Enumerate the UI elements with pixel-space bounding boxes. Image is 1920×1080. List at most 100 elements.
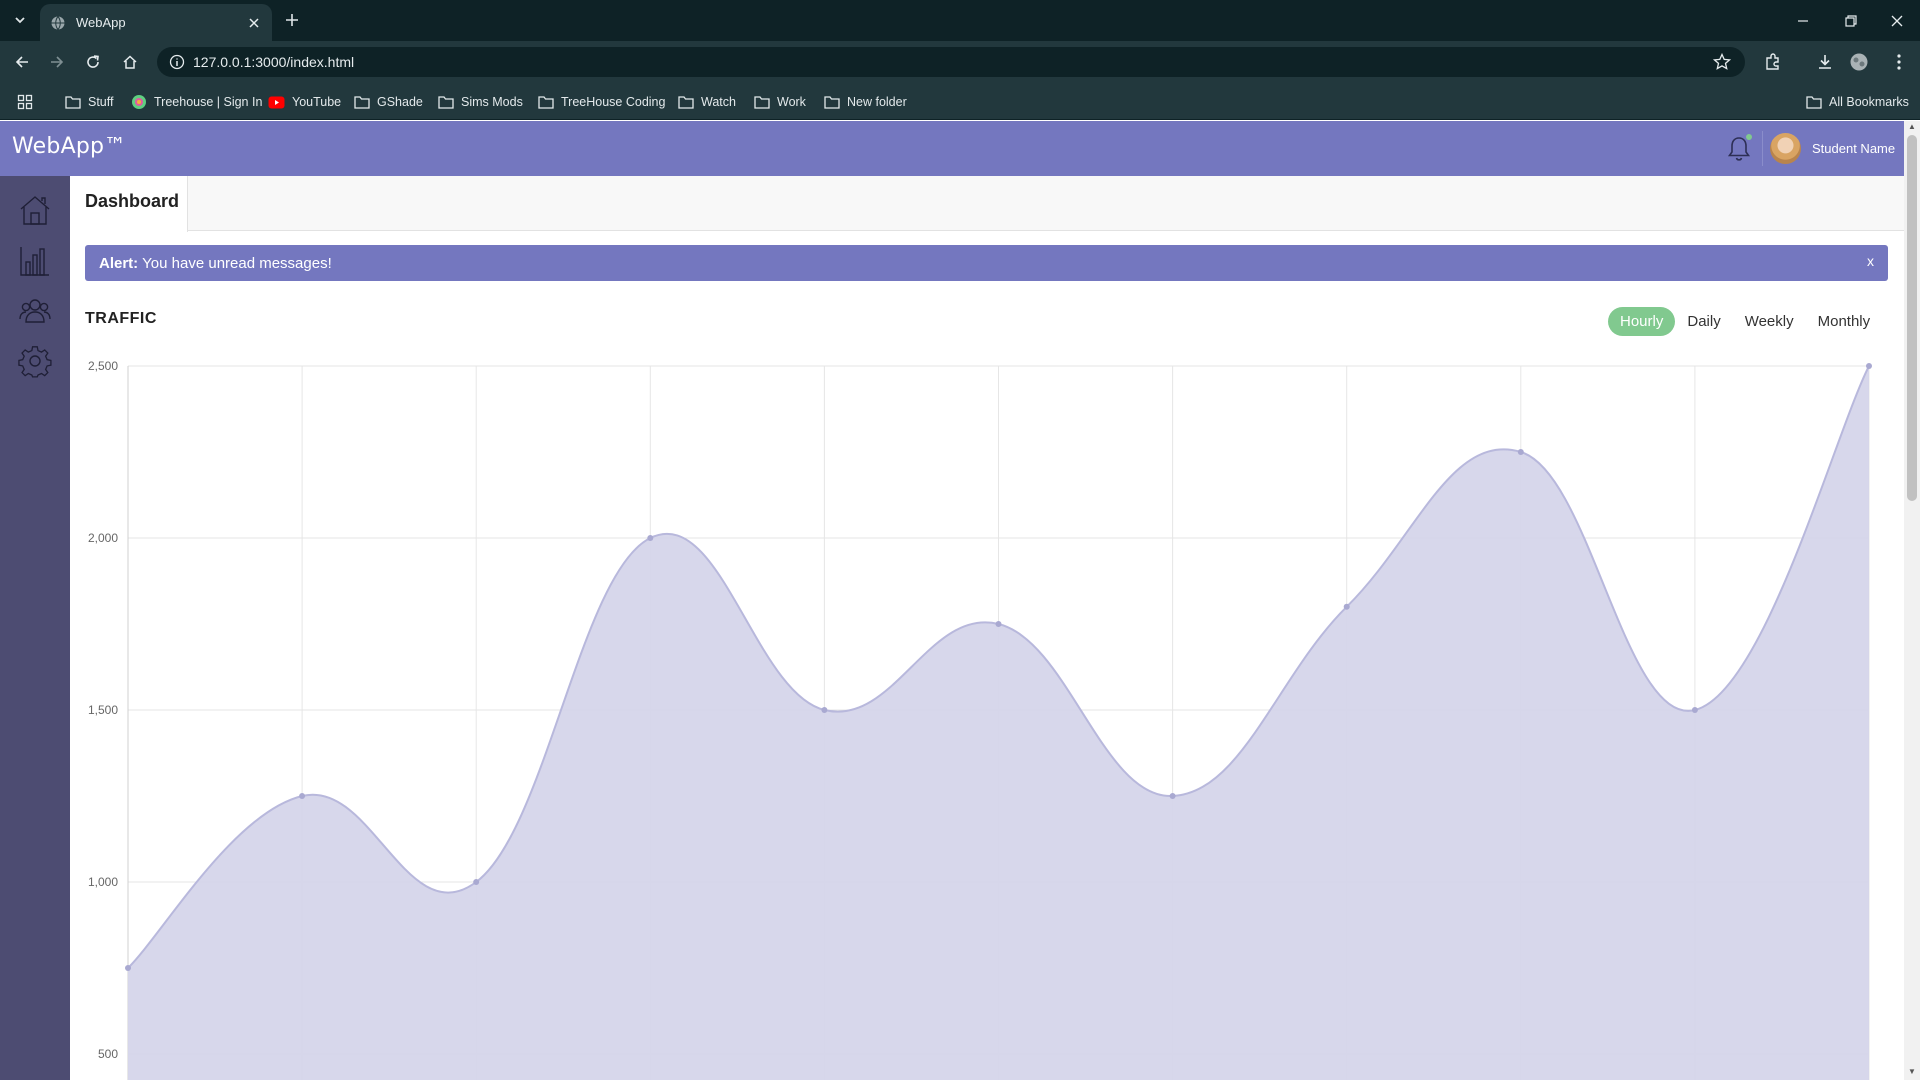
reload-icon	[87, 55, 99, 68]
y-tick-label: 1,500	[88, 703, 118, 717]
bookmark-new-folder[interactable]: New folder	[824, 92, 907, 112]
settings-icon[interactable]	[18, 344, 52, 378]
data-point[interactable]	[1517, 449, 1524, 455]
arrow-left-icon	[15, 56, 28, 68]
bookmark-watch[interactable]: Watch	[678, 92, 736, 112]
puzzle-icon	[1766, 53, 1779, 70]
scroll-down-arrow[interactable]: ▼	[1908, 1068, 1916, 1076]
browser-menu-button[interactable]	[1886, 49, 1912, 75]
bar-chart-icon[interactable]	[18, 244, 52, 278]
home-icon[interactable]	[18, 193, 52, 227]
apps-button[interactable]	[17, 92, 40, 112]
alert-banner: Alert: You have unread messages! x	[85, 245, 1888, 281]
scrollbar-thumb[interactable]	[1907, 135, 1917, 501]
close-window-button[interactable]	[1874, 0, 1920, 41]
user-name[interactable]: Student Name	[1812, 141, 1895, 156]
folder-icon	[438, 96, 454, 109]
alert-message: You have unread messages!	[142, 254, 332, 272]
alert-close-button[interactable]: x	[1867, 253, 1874, 269]
scroll-up-arrow[interactable]: ▲	[1908, 123, 1916, 131]
bookmark-label: YouTube	[292, 95, 342, 109]
site-info-icon[interactable]	[169, 54, 185, 70]
new-tab-button[interactable]	[282, 10, 302, 30]
bookmark-label: TreeHouse Coding	[561, 95, 666, 109]
traffic-chart: 2,500 2,000 1,500 1,000 500	[88, 359, 1872, 1080]
data-point[interactable]	[1866, 363, 1872, 369]
download-icon	[1819, 55, 1831, 69]
y-tick-label: 2,000	[88, 531, 118, 545]
bookmark-label: Stuff	[88, 95, 114, 109]
browser-toolbar: 127.0.0.1:3000/index.html	[0, 41, 1920, 83]
data-point[interactable]	[473, 879, 480, 885]
restore-icon	[1845, 14, 1857, 27]
tab-close-button[interactable]	[246, 15, 262, 31]
data-point[interactable]	[647, 535, 654, 541]
data-point[interactable]	[821, 707, 828, 713]
folder-icon	[65, 96, 81, 109]
home-button[interactable]	[117, 49, 143, 75]
data-point[interactable]	[299, 793, 306, 799]
kebab-menu-icon	[1897, 54, 1901, 70]
minimize-icon	[1798, 19, 1808, 22]
y-tick-label: 500	[98, 1047, 118, 1061]
bookmark-label: GShade	[377, 95, 423, 109]
bookmark-treehouse[interactable]: Treehouse | Sign In	[131, 92, 262, 112]
profile-button[interactable]	[1846, 49, 1872, 75]
close-icon	[1891, 15, 1903, 26]
restore-button[interactable]	[1828, 0, 1874, 41]
close-icon	[249, 17, 259, 28]
avatar[interactable]	[1770, 133, 1801, 164]
browser-tab[interactable]: WebApp	[40, 4, 272, 41]
bookmark-youtube[interactable]: YouTube	[268, 92, 341, 112]
all-bookmarks-button[interactable]: All Bookmarks	[1806, 92, 1909, 112]
downloads-button[interactable]	[1812, 49, 1838, 75]
folder-icon	[354, 96, 370, 109]
members-icon[interactable]	[18, 294, 52, 328]
reload-button[interactable]	[80, 49, 106, 75]
data-point[interactable]	[125, 965, 131, 971]
extensions-button[interactable]	[1760, 49, 1786, 75]
bookmark-star-icon[interactable]	[1713, 53, 1731, 71]
bookmark-gshade[interactable]: GShade	[354, 92, 423, 112]
header-divider	[1762, 131, 1763, 166]
sidebar	[0, 176, 70, 1080]
youtube-icon	[268, 96, 285, 108]
tab-search-button[interactable]	[8, 8, 32, 32]
filter-daily[interactable]: Daily	[1675, 307, 1732, 336]
tab-title: WebApp	[76, 15, 126, 30]
minimize-button[interactable]	[1780, 0, 1826, 41]
profile-icon	[1850, 53, 1868, 71]
filter-monthly[interactable]: Monthly	[1806, 307, 1883, 336]
url-text: 127.0.0.1:3000/index.html	[193, 54, 355, 70]
data-point[interactable]	[1169, 793, 1176, 799]
browser-titlebar: WebApp	[0, 0, 1920, 41]
all-bookmarks-label: All Bookmarks	[1829, 95, 1909, 109]
y-tick-label: 2,500	[88, 359, 118, 373]
data-point[interactable]	[1343, 603, 1350, 610]
forward-button[interactable]	[44, 49, 70, 75]
address-bar[interactable]: 127.0.0.1:3000/index.html	[157, 47, 1745, 77]
data-point[interactable]	[995, 621, 1002, 627]
bookmark-label: Sims Mods	[461, 95, 523, 109]
bookmark-stuff[interactable]: Stuff	[65, 92, 113, 112]
page-scrollbar[interactable]: ▲ ▼	[1904, 121, 1920, 1080]
back-button[interactable]	[9, 49, 35, 75]
notification-dot	[1746, 134, 1752, 140]
globe-icon	[51, 15, 65, 30]
bookmarks-bar: Stuff Treehouse | Sign In YouTube GShade…	[0, 83, 1920, 120]
folder-icon	[824, 96, 840, 109]
tab-dashboard[interactable]: Dashboard	[70, 176, 188, 232]
filter-hourly[interactable]: Hourly	[1608, 306, 1676, 336]
bookmark-label: Treehouse | Sign In	[154, 95, 263, 109]
bookmark-work[interactable]: Work	[754, 92, 806, 112]
brand-logo: WebApp™	[12, 134, 127, 159]
apps-grid-icon	[17, 94, 33, 110]
subnav: Dashboard	[70, 176, 1904, 232]
bookmark-label: New folder	[847, 95, 907, 109]
folder-icon	[678, 96, 694, 109]
bookmark-treehouse-coding[interactable]: TreeHouse Coding	[538, 92, 665, 112]
bookmark-sims-mods[interactable]: Sims Mods	[438, 92, 523, 112]
data-point[interactable]	[1691, 707, 1698, 713]
treehouse-icon	[132, 95, 146, 109]
filter-weekly[interactable]: Weekly	[1733, 307, 1806, 336]
